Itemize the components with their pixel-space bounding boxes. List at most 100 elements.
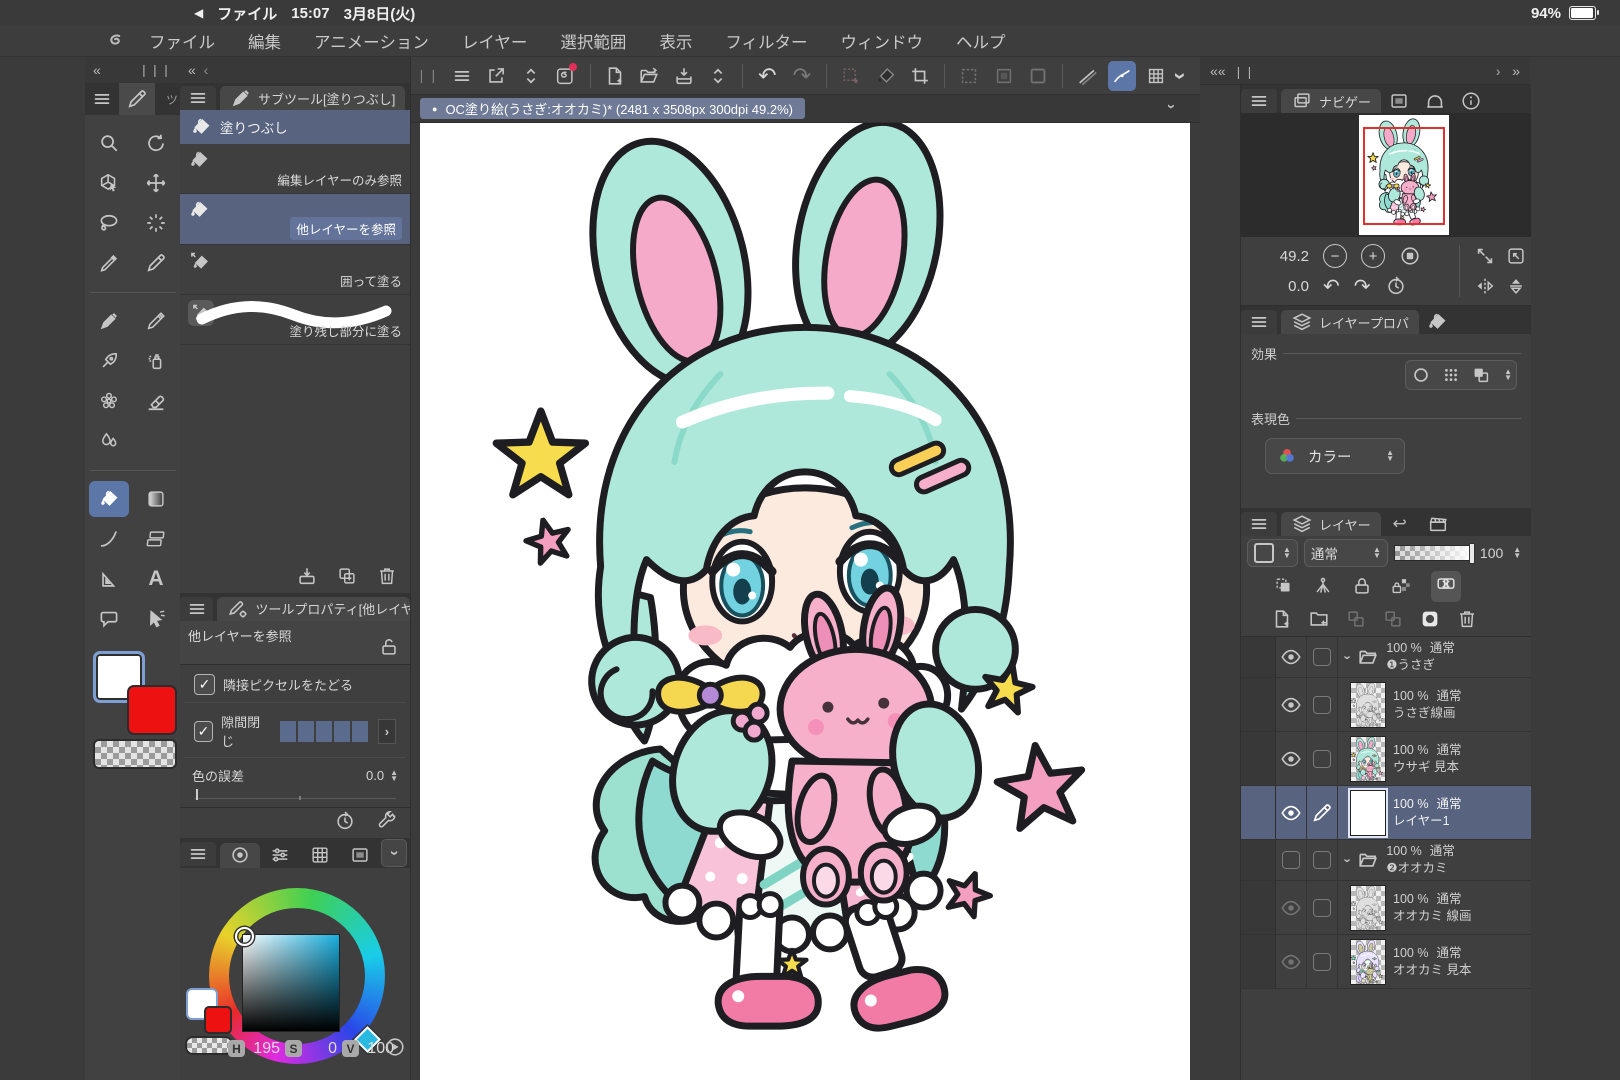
layer-row[interactable]: 100 %通常うさぎ線画	[1241, 678, 1531, 732]
tool-rotate-view[interactable]	[133, 123, 180, 163]
item-bank-tab[interactable]	[1417, 88, 1453, 113]
redo-button[interactable]: ↷	[788, 61, 816, 91]
snap-to-grid-button[interactable]	[1142, 61, 1170, 91]
collapse-subtool-arrow[interactable]: ‹	[204, 62, 209, 78]
expand-right-arrow[interactable]: ›	[1496, 63, 1501, 79]
delete-subtool-icon[interactable]	[376, 565, 398, 587]
save-chevrons[interactable]	[704, 61, 732, 91]
snap-to-special-ruler-button[interactable]	[1108, 61, 1136, 91]
layer-history-tab[interactable]: ↩	[1381, 511, 1419, 536]
layer-mask-icon[interactable]	[1419, 608, 1441, 630]
color-panel-transparent-swatch[interactable]	[185, 1036, 233, 1055]
menu-window[interactable]: ウィンドウ	[841, 29, 924, 53]
tool-settings-wrench-icon[interactable]	[376, 810, 398, 832]
navigator-view-frame[interactable]	[1363, 127, 1445, 225]
tool-move-layer[interactable]	[133, 163, 180, 203]
layer-folder-row[interactable]: › 100 %通常❷オオカミ	[1241, 840, 1531, 881]
move-selection-button[interactable]	[837, 61, 865, 91]
layer-row[interactable]: 100 %通常ウサギ 見本	[1241, 732, 1531, 786]
reset-rotation-button[interactable]	[1385, 275, 1407, 297]
navigator-preview[interactable]	[1241, 113, 1531, 237]
collapse-left-icon[interactable]: «	[93, 62, 101, 78]
layer-checkbox[interactable]	[1307, 637, 1338, 677]
close-gap-expand-arrow[interactable]: ›	[378, 719, 396, 744]
color-wheel-tab[interactable]	[220, 843, 260, 868]
snap-to-ruler-button[interactable]	[1073, 61, 1101, 91]
subtool-item-enclose-and-fill[interactable]: 囲って塗る	[180, 245, 410, 295]
invert-selection-button[interactable]	[990, 61, 1018, 91]
expand-right-icon[interactable]: »	[1512, 63, 1520, 79]
layer-checkbox[interactable]	[1307, 732, 1338, 785]
folder-expand-chevron[interactable]: ›	[1341, 655, 1356, 659]
main-menu-button[interactable]	[448, 61, 476, 91]
color-slider-tab[interactable]	[260, 843, 300, 868]
menu-edit[interactable]: 編集	[248, 29, 281, 53]
layers-tab[interactable]: レイヤー	[1281, 512, 1381, 536]
palette-color-button[interactable]: ▲▼	[1247, 539, 1298, 567]
layer-visibility-toggle[interactable]	[1276, 678, 1307, 731]
back-to-app-label[interactable]: ファイル	[217, 3, 277, 24]
layer-visibility-toggle[interactable]	[1276, 840, 1307, 880]
layer-folder-row[interactable]: › 100 %通常❶うさぎ	[1241, 637, 1531, 678]
menu-file[interactable]: ファイル	[149, 29, 215, 53]
save-button[interactable]	[669, 61, 697, 91]
tone-effect-button[interactable]	[1440, 364, 1462, 386]
lock-transparent-pixels-icon[interactable]	[1390, 575, 1412, 597]
layer-visibility-toggle[interactable]	[1276, 935, 1307, 988]
menu-filter[interactable]: フィルター	[725, 29, 807, 53]
open-file-button[interactable]	[635, 61, 663, 91]
tool-decoration[interactable]	[86, 381, 133, 421]
selection-border-button[interactable]	[1024, 61, 1052, 91]
tool-zoom[interactable]	[86, 123, 133, 163]
undo-button[interactable]: ↶	[753, 61, 781, 91]
install-subtool-icon[interactable]	[296, 565, 318, 587]
layer-row[interactable]: 100 %通常オオカミ 見本	[1241, 935, 1531, 989]
tool-fill[interactable]	[86, 479, 133, 519]
color-wheel[interactable]: H 195 S 0 V 100	[180, 868, 410, 1080]
navigator-tab[interactable]: ナビゲー	[1281, 89, 1381, 113]
tool-eraser[interactable]	[133, 381, 180, 421]
tool-property-menu[interactable]	[180, 597, 213, 621]
border-effect-button[interactable]	[1410, 364, 1432, 386]
layer-checkbox[interactable]	[1307, 881, 1338, 934]
lock-layer-icon[interactable]	[1351, 575, 1373, 597]
effect-stepper[interactable]: ▲▼	[1504, 369, 1512, 381]
close-gap-checkbox[interactable]: ✓	[194, 721, 213, 742]
tool-frame-border[interactable]	[133, 519, 180, 559]
tool-panel-menu-button[interactable]	[85, 83, 119, 115]
new-layer-folder-icon[interactable]	[1308, 608, 1330, 630]
clip-to-layer-below-icon[interactable]	[1273, 575, 1295, 597]
color-panel-menu[interactable]	[180, 842, 216, 866]
tool-pen[interactable]	[133, 243, 180, 283]
crop-button[interactable]	[906, 61, 934, 91]
layer-checkbox[interactable]	[1307, 678, 1338, 731]
navigator-thumbnail[interactable]	[1359, 115, 1449, 235]
color-history-icon[interactable]	[384, 1036, 406, 1058]
tool-balloon[interactable]	[86, 599, 133, 639]
tool-lasso-select[interactable]	[86, 203, 133, 243]
tool-marker[interactable]	[86, 301, 133, 341]
layer-checkbox[interactable]	[1307, 840, 1338, 880]
tool-gradient[interactable]	[133, 479, 180, 519]
layer-property-extra-tab[interactable]	[1419, 309, 1455, 334]
fill-button[interactable]	[871, 61, 899, 91]
layer-color-effect-button[interactable]	[1470, 364, 1492, 386]
color-panel-sub-swatch[interactable]	[204, 1006, 232, 1034]
tool-eyedropper[interactable]	[86, 243, 133, 283]
commandbar-drag-handle[interactable]: ❘❘	[416, 68, 440, 84]
commandset-chevrons[interactable]	[517, 61, 545, 91]
saturation-value-square[interactable]	[242, 934, 340, 1032]
clip-studio-logo[interactable]	[106, 30, 128, 52]
merge-with-lower-layer-icon[interactable]	[1382, 608, 1404, 630]
zoom-out-button[interactable]: −	[1323, 244, 1347, 268]
tool-pencil[interactable]	[133, 301, 180, 341]
subtool-group-fill[interactable]: 塗りつぶし	[180, 110, 410, 144]
sv-picker-handle[interactable]	[235, 927, 254, 946]
commandbar-collapse-chevron[interactable]: ›	[1167, 72, 1193, 79]
delete-layer-icon[interactable]	[1456, 608, 1478, 630]
subtool-panel-menu[interactable]	[180, 86, 216, 110]
tool-object[interactable]	[86, 163, 133, 203]
menu-view[interactable]: 表示	[659, 29, 692, 53]
sub-color-swatch[interactable]	[127, 685, 177, 735]
fit-window-button[interactable]	[1474, 245, 1496, 267]
